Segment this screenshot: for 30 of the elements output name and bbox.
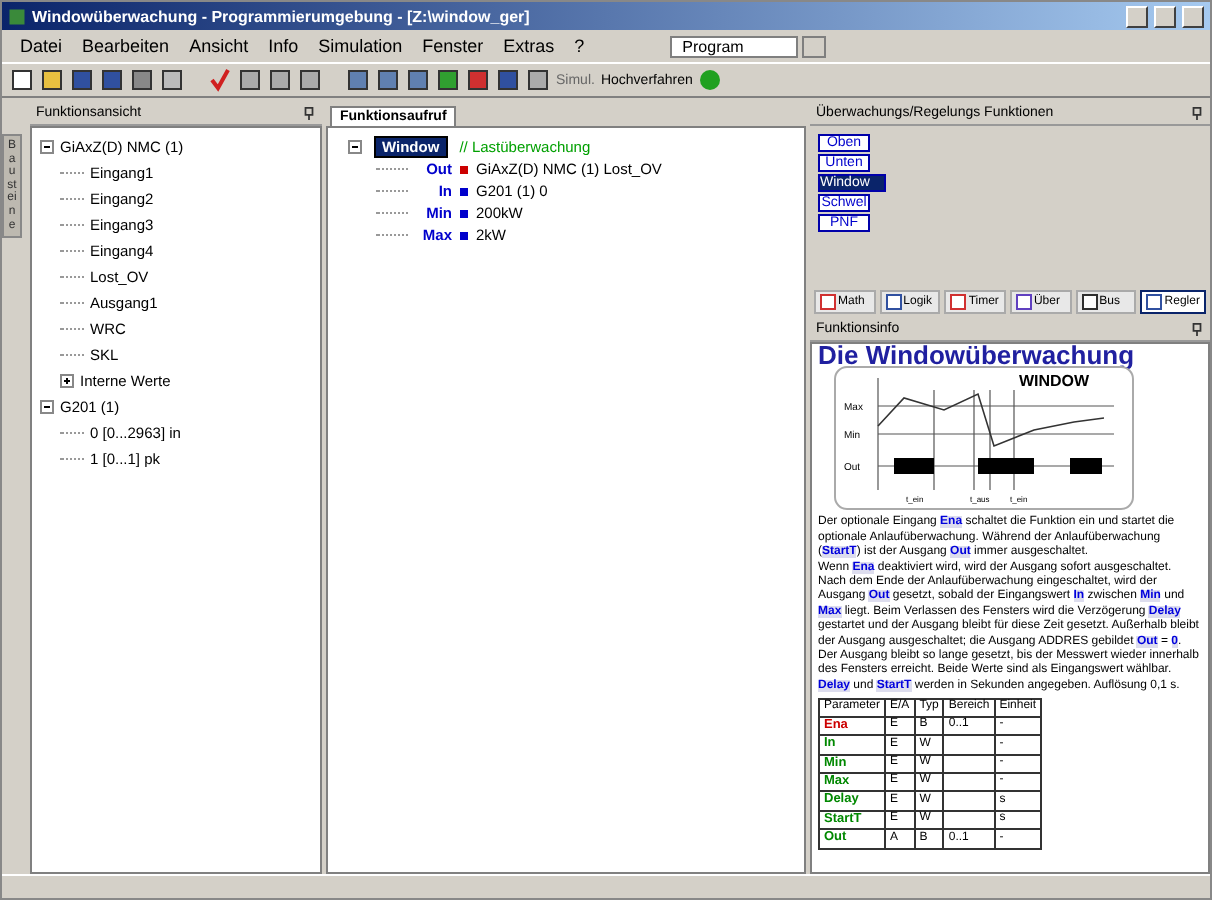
window-title: Windowüberwachung - Programmierumgebung - [Z:\window_ger]	[32, 7, 532, 25]
category-icon	[950, 294, 967, 310]
pin-icon[interactable]	[302, 106, 316, 120]
menu-item[interactable]: Ansicht	[179, 36, 259, 56]
menu-item[interactable]: Extras	[493, 36, 565, 56]
menu-item[interactable]: Info	[258, 36, 309, 56]
close-button[interactable]	[1182, 5, 1204, 27]
pin-icon[interactable]	[1190, 322, 1204, 336]
collapse-icon[interactable]	[40, 400, 54, 414]
app-icon	[8, 7, 26, 25]
pin-icon[interactable]	[1190, 106, 1204, 120]
category-icon	[1146, 294, 1163, 310]
menu-item[interactable]: Fenster	[412, 36, 494, 56]
minimize-button[interactable]	[1126, 5, 1148, 27]
menu-item[interactable]: Bearbeiten	[72, 36, 180, 56]
category-icon	[820, 294, 836, 310]
category-icon	[1015, 294, 1032, 310]
collapse-icon[interactable]	[348, 140, 362, 154]
menu-item[interactable]: Simulation	[308, 36, 413, 56]
category-icon	[1081, 294, 1098, 310]
checkmark-icon[interactable]	[208, 68, 232, 92]
program-dropdown[interactable]: Program	[670, 35, 799, 57]
menu-item[interactable]: Datei	[10, 36, 73, 56]
expand-icon[interactable]	[60, 374, 74, 388]
collapse-icon[interactable]	[40, 140, 54, 154]
dropdown-button[interactable]	[802, 35, 827, 57]
maximize-button[interactable]	[1154, 5, 1176, 27]
menu-item[interactable]: ?	[564, 36, 595, 56]
category-icon	[885, 294, 902, 310]
diagram-label: WINDOW	[1018, 372, 1090, 391]
